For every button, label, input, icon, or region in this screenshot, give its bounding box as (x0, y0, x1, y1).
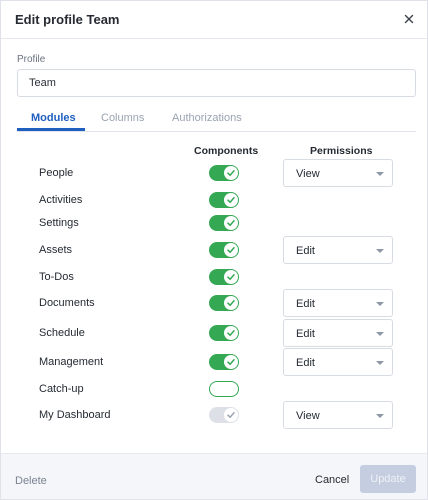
permission-select-documents[interactable]: Edit (283, 289, 393, 317)
chevron-down-icon (376, 332, 384, 336)
module-label-my-dashboard: My Dashboard (39, 409, 111, 421)
permission-select-management[interactable]: Edit (283, 348, 393, 376)
component-toggle-people[interactable] (209, 165, 239, 181)
check-icon (227, 359, 235, 365)
chevron-down-icon (376, 414, 384, 418)
permission-value: Edit (296, 357, 315, 369)
chevron-down-icon (376, 249, 384, 253)
toggle-knob (224, 355, 238, 369)
profile-label: Profile (17, 54, 46, 65)
toggle-knob (224, 216, 238, 230)
component-toggle-catch-up[interactable] (209, 381, 239, 397)
permission-value: Edit (296, 245, 315, 257)
component-toggle-activities[interactable] (209, 192, 239, 208)
chevron-down-icon (376, 361, 384, 365)
tab-bar: Modules Columns Authorizations (17, 110, 416, 132)
module-label-assets: Assets (39, 244, 73, 256)
update-button[interactable]: Update (360, 465, 416, 493)
permission-value: Edit (296, 298, 315, 310)
check-icon (227, 247, 235, 253)
module-label-catch-up: Catch-up (39, 383, 84, 395)
dialog-title: Edit profile Team (15, 12, 120, 27)
module-label-activities: Activities (39, 194, 83, 206)
chevron-down-icon (376, 172, 384, 176)
permissions-column-header: Permissions (310, 145, 373, 157)
dialog-header: Edit profile Team (1, 1, 427, 39)
component-toggle-settings[interactable] (209, 215, 239, 231)
check-icon (227, 274, 235, 280)
component-toggle-schedule[interactable] (209, 325, 239, 341)
check-icon (227, 170, 235, 176)
chevron-down-icon (376, 302, 384, 306)
permission-select-schedule[interactable]: Edit (283, 319, 393, 347)
toggle-knob (224, 408, 238, 422)
component-toggle-documents[interactable] (209, 295, 239, 311)
active-tab-indicator (17, 128, 85, 131)
module-label-to-dos: To-Dos (39, 271, 74, 283)
tab-authorizations[interactable]: Authorizations (172, 112, 242, 124)
component-toggle-assets[interactable] (209, 242, 239, 258)
dialog-footer: Delete Cancel Update (1, 453, 427, 499)
toggle-knob (224, 270, 238, 284)
permission-select-assets[interactable]: Edit (283, 236, 393, 264)
permission-value: View (296, 168, 320, 180)
permission-select-my-dashboard[interactable]: View (283, 401, 393, 429)
check-icon (227, 412, 235, 418)
check-icon (227, 330, 235, 336)
toggle-knob (224, 166, 238, 180)
check-icon (227, 220, 235, 226)
component-toggle-my-dashboard[interactable] (209, 407, 239, 423)
module-label-people: People (39, 167, 74, 179)
component-toggle-to-dos[interactable] (209, 269, 239, 285)
module-label-management: Management (39, 356, 104, 368)
close-icon[interactable] (401, 11, 417, 27)
permission-value: View (296, 410, 320, 422)
module-label-schedule: Schedule (39, 327, 85, 339)
cancel-button[interactable]: Cancel (315, 474, 349, 486)
toggle-knob (224, 193, 238, 207)
profile-name-input[interactable] (17, 69, 416, 97)
toggle-knob (224, 326, 238, 340)
tab-columns[interactable]: Columns (101, 112, 144, 124)
module-label-documents: Documents (39, 297, 95, 309)
delete-button[interactable]: Delete (15, 475, 47, 487)
check-icon (227, 197, 235, 203)
components-column-header: Components (194, 145, 259, 157)
tab-modules[interactable]: Modules (31, 112, 76, 124)
module-label-settings: Settings (39, 217, 79, 229)
toggle-knob (224, 243, 238, 257)
permission-select-people[interactable]: View (283, 159, 393, 187)
check-icon (227, 300, 235, 306)
edit-profile-dialog: Edit profile Team Profile Modules Column… (0, 0, 428, 500)
permission-value: Edit (296, 328, 315, 340)
toggle-knob (224, 296, 238, 310)
component-toggle-management[interactable] (209, 354, 239, 370)
